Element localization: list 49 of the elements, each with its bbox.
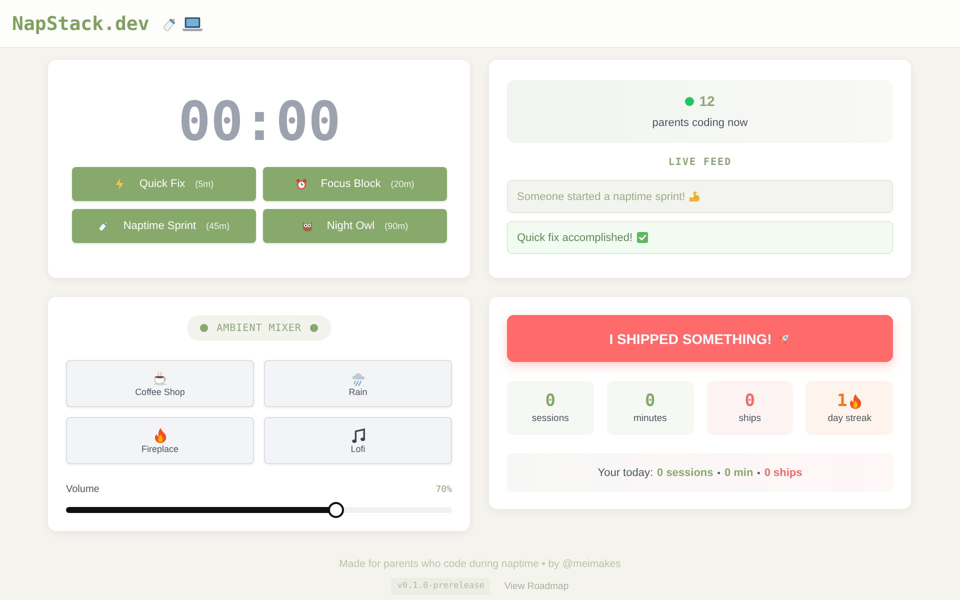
- stat-label: ships: [738, 413, 761, 425]
- baby-bottle-icon: [98, 220, 110, 232]
- stat-label: day streak: [828, 413, 872, 425]
- live-caption: parents coding now: [652, 117, 748, 130]
- slider-thumb[interactable]: [328, 502, 344, 518]
- laptop-icon: [182, 16, 204, 32]
- preset-button[interactable]: Focus Block (20m): [263, 167, 447, 201]
- check-mark-icon: [636, 232, 648, 243]
- status-dot-icon: [685, 96, 694, 106]
- live-count: 12: [699, 93, 715, 109]
- stat-value: 0: [645, 391, 656, 411]
- sound-button[interactable]: Coffee Shop: [66, 360, 254, 407]
- stat-value: 1: [837, 391, 848, 411]
- feed-text: Quick fix accomplished!: [517, 232, 633, 244]
- flame-icon: [849, 394, 862, 408]
- sound-button[interactable]: Rain: [264, 360, 452, 407]
- dot-icon: [200, 324, 208, 332]
- alarm-clock-icon: [296, 178, 307, 190]
- dot-icon: [310, 324, 318, 332]
- coffee-cup-icon: [152, 370, 168, 386]
- logo-text[interactable]: NapStack.dev: [12, 12, 150, 34]
- flame-icon: [152, 428, 168, 442]
- stat-label: sessions: [532, 413, 569, 425]
- stat-value: 0: [744, 391, 755, 411]
- preset-button[interactable]: Quick Fix (5m): [72, 167, 256, 201]
- music-notes-icon: [350, 428, 366, 442]
- flexed-arm-icon: [689, 191, 700, 202]
- footer-credit: Made for parents who code during naptime • by @meimakes: [339, 557, 621, 571]
- feed-text: Someone started a naptime sprint!: [517, 190, 686, 202]
- rain-cloud-icon: [350, 370, 366, 386]
- stat-value: 0: [545, 391, 556, 411]
- preset-button[interactable]: Night Owl (90m): [263, 209, 447, 243]
- owl-icon: [302, 220, 313, 232]
- volume-label: Volume: [66, 483, 100, 497]
- mixer-title: AMBIENT MIXER: [216, 322, 302, 334]
- sound-button[interactable]: Lofi: [264, 417, 452, 464]
- volume-reading: 70%: [436, 484, 452, 497]
- summary-text: Your today: 0 sessions • 0 min • 0 ships: [598, 466, 802, 478]
- preset-button[interactable]: Naptime Sprint (45m): [72, 209, 256, 243]
- feed-heading: LIVE FEED: [667, 156, 733, 170]
- volume-slider[interactable]: [66, 502, 452, 518]
- version-badge: v0.1.0-prerelease: [391, 578, 490, 595]
- rocket-icon: [776, 332, 791, 346]
- timer-display: 00:00: [177, 89, 342, 155]
- stat-label: minutes: [633, 413, 667, 425]
- ship-button[interactable]: I SHIPPED SOMETHING!: [507, 315, 893, 362]
- lightning-bolt-icon: [114, 178, 126, 190]
- sound-button[interactable]: Fireplace: [66, 417, 254, 464]
- roadmap-link[interactable]: View Roadmap: [504, 581, 569, 592]
